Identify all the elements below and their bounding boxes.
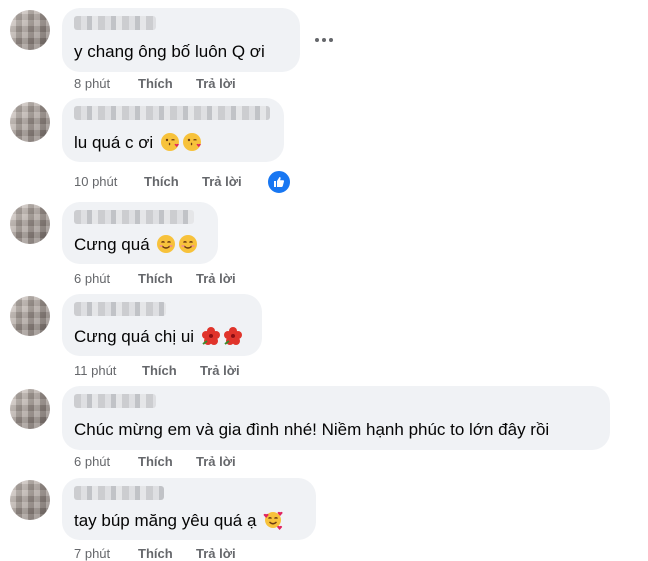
comment-text: tay búp măng yêu quá ạ [74,510,283,532]
reply-link[interactable]: Trả lời [196,271,236,286]
comment-text: y chang ông bố luôn Q ơi [74,42,265,61]
like-link[interactable]: Thích [138,546,173,561]
commenter-name-blurred[interactable] [74,486,164,500]
avatar[interactable] [10,480,50,520]
commenter-name-blurred[interactable] [74,16,156,30]
comment-bubble: Cưng quá [62,202,218,264]
comment-bubble: lu quá c ơi [62,98,284,162]
face-blowing-kiss-icon [182,133,201,151]
smiling-face-icon [157,235,176,253]
like-link[interactable]: Thích [138,76,173,91]
comment-bubble: tay búp măng yêu quá ạ [62,478,316,540]
commenter-name-blurred[interactable] [74,210,194,224]
timestamp[interactable]: 6 phút [74,271,110,286]
timestamp[interactable]: 6 phút [74,454,110,469]
reply-link[interactable]: Trả lời [196,546,236,561]
comment-text: lu quá c ơi [74,132,202,154]
timestamp[interactable]: 7 phút [74,546,110,561]
commenter-name-blurred[interactable] [74,106,270,120]
like-link[interactable]: Thích [138,271,173,286]
timestamp[interactable]: 8 phút [74,76,110,91]
comment-text: Chúc mừng em và gia đình nhé! Niềm hạnh … [74,420,550,439]
reply-link[interactable]: Trả lời [196,76,236,91]
smiling-face-with-hearts-icon [263,511,283,530]
reply-link[interactable]: Trả lời [202,174,242,189]
timestamp[interactable]: 10 phút [74,174,117,189]
like-reaction-icon[interactable] [266,169,292,195]
like-link[interactable]: Thích [138,454,173,469]
avatar[interactable] [10,204,50,244]
avatar[interactable] [10,10,50,50]
commenter-name-blurred[interactable] [74,302,166,316]
smiling-face-icon [179,235,198,253]
timestamp[interactable]: 11 phút [74,363,116,378]
more-options-icon[interactable] [312,32,336,48]
hibiscus-icon [201,327,220,345]
comment-bubble: Chúc mừng em và gia đình nhé! Niềm hạnh … [62,386,610,450]
comment-bubble: Cưng quá chị ui [62,294,262,356]
comment-bubble: y chang ông bố luôn Q ơi [62,8,300,72]
comment-text: Cưng quá [74,234,198,256]
hibiscus-icon [223,327,242,345]
avatar[interactable] [10,102,50,142]
face-blowing-kiss-icon [160,133,179,151]
reply-link[interactable]: Trả lời [200,363,240,378]
like-link[interactable]: Thích [142,363,177,378]
avatar[interactable] [10,389,50,429]
reply-link[interactable]: Trả lời [196,454,236,469]
avatar[interactable] [10,296,50,336]
commenter-name-blurred[interactable] [74,394,156,408]
comment-text: Cưng quá chị ui [74,326,243,348]
like-link[interactable]: Thích [144,174,179,189]
